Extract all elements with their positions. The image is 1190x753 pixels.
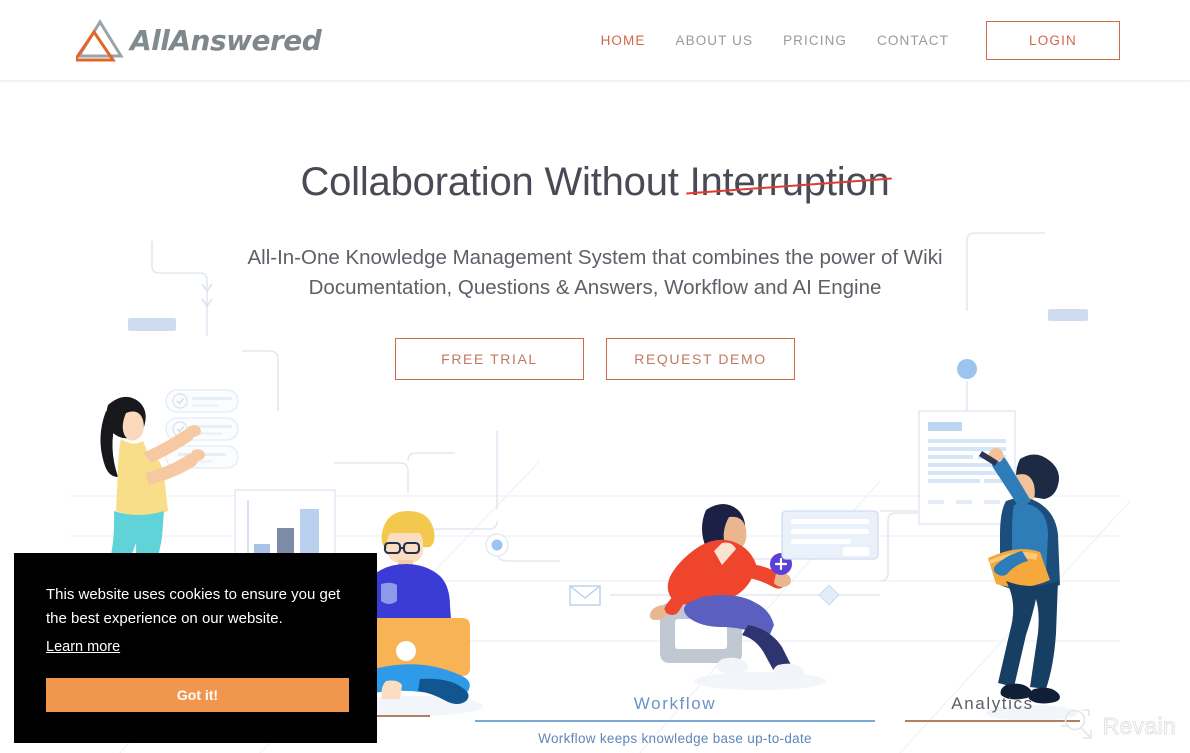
login-button[interactable]: LOGIN [985, 21, 1120, 60]
nav-item-about-us[interactable]: ABOUT US [660, 33, 768, 48]
page-title: Collaboration Without Interruption [0, 160, 1190, 205]
feature-tab-analytics[interactable]: Analytics [905, 694, 1080, 722]
feature-tab-workflow[interactable]: Workflow Workflow keeps knowledge base u… [475, 694, 875, 746]
hero-cta-group: FREE TRIAL REQUEST DEMO [0, 338, 1190, 380]
cookie-accept-button[interactable]: Got it! [46, 678, 349, 712]
cookie-message: This website uses cookies to ensure you … [46, 586, 341, 627]
hero-subtitle-line-2: Documentation, Questions & Answers, Work… [308, 276, 882, 299]
request-demo-button[interactable]: REQUEST DEMO [606, 338, 795, 380]
feature-tab-workflow-underline [475, 720, 875, 722]
nav-item-home[interactable]: HOME [586, 33, 661, 48]
triangle-logo-icon [72, 18, 126, 62]
cookie-learn-more-link[interactable]: Learn more [46, 639, 120, 655]
feature-tab-workflow-label: Workflow [633, 694, 717, 713]
hero-subtitle: All-In-One Knowledge Management System t… [0, 243, 1190, 303]
logo-text: AllAnswered [130, 23, 322, 57]
revain-watermark: Revain [1059, 706, 1176, 747]
nav-item-contact[interactable]: CONTACT [862, 33, 964, 48]
page-root: AllAnswered HOME ABOUT US PRICING CONTAC… [0, 0, 1190, 753]
hero-title-plain: Collaboration Without [300, 160, 690, 204]
logo-text-all: All [130, 23, 170, 57]
feature-tab-analytics-underline [905, 720, 1080, 722]
logo[interactable]: AllAnswered [72, 18, 322, 62]
hero-subtitle-line-1: All-In-One Knowledge Management System t… [247, 246, 943, 269]
logo-text-answered: Answered [169, 23, 322, 57]
feature-tab-analytics-label: Analytics [951, 694, 1034, 713]
nav-item-pricing[interactable]: PRICING [768, 33, 862, 48]
main-navigation: HOME ABOUT US PRICING CONTACT LOGIN [586, 0, 1120, 81]
revain-watermark-label: Revain [1102, 713, 1176, 740]
cookie-consent-banner: This website uses cookies to ensure you … [14, 553, 377, 743]
free-trial-button[interactable]: FREE TRIAL [395, 338, 584, 380]
feature-tab-workflow-description: Workflow keeps knowledge base up-to-date [538, 731, 812, 746]
revain-magnifier-icon [1059, 706, 1095, 747]
site-header: AllAnswered HOME ABOUT US PRICING CONTAC… [0, 0, 1190, 81]
hero-title-struck: Interruption [689, 160, 890, 204]
